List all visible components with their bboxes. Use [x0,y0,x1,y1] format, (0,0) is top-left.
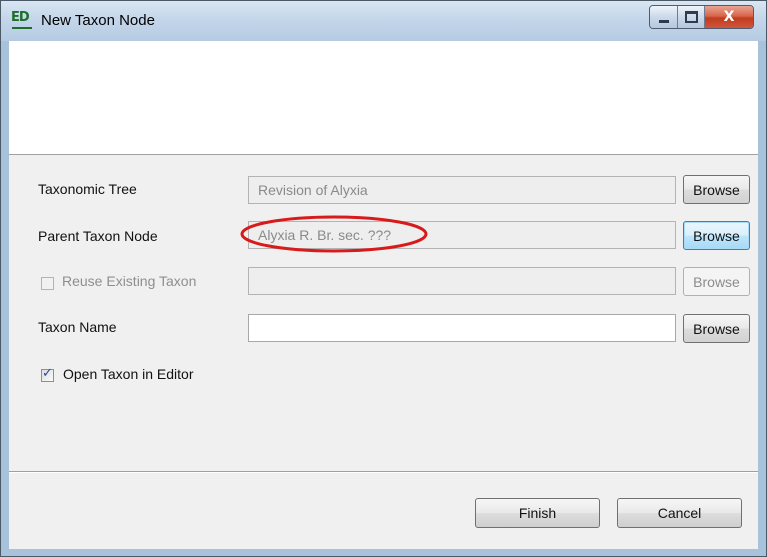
dialog-client-area: Taxonomic Tree Browse Parent Taxon Node … [9,41,758,549]
app-icon: ED [11,10,35,32]
title-bar[interactable]: ED New Taxon Node X [1,1,766,41]
open-taxon-in-editor-label: Open Taxon in Editor [63,366,194,382]
reuse-existing-taxon-field [248,267,676,295]
wizard-banner [9,41,758,155]
maximize-button[interactable] [678,6,705,28]
close-icon: X [723,9,735,25]
taxonomic-tree-field[interactable] [248,176,676,204]
minimize-icon [658,19,669,23]
window-controls: X [649,5,754,29]
finish-button[interactable]: Finish [475,498,600,528]
taxonomic-tree-browse-button[interactable]: Browse [683,175,750,204]
taxon-name-label: Taxon Name [38,319,117,335]
checkmark-icon: ✓ [42,366,53,381]
taxonomic-tree-label: Taxonomic Tree [38,181,137,197]
taxon-name-input[interactable] [248,314,676,342]
new-taxon-node-dialog: ED New Taxon Node X Taxonomic Tree Brows… [0,0,767,557]
cancel-button[interactable]: Cancel [617,498,742,528]
reuse-existing-taxon-label: Reuse Existing Taxon [62,273,197,289]
maximize-icon [684,11,698,23]
taxon-name-browse-button[interactable]: Browse [683,314,750,343]
window-title: New Taxon Node [41,12,155,29]
minimize-button[interactable] [650,6,678,28]
reuse-existing-taxon-checkbox[interactable] [41,277,54,290]
app-icon-text: ED [11,10,30,25]
close-button[interactable]: X [705,6,753,28]
open-taxon-in-editor-checkbox[interactable]: ✓ [41,366,54,382]
parent-taxon-node-label: Parent Taxon Node [38,228,158,244]
parent-taxon-node-browse-button[interactable]: Browse [683,221,750,250]
parent-taxon-node-field[interactable] [248,221,676,249]
reuse-existing-taxon-browse-button: Browse [683,267,750,296]
